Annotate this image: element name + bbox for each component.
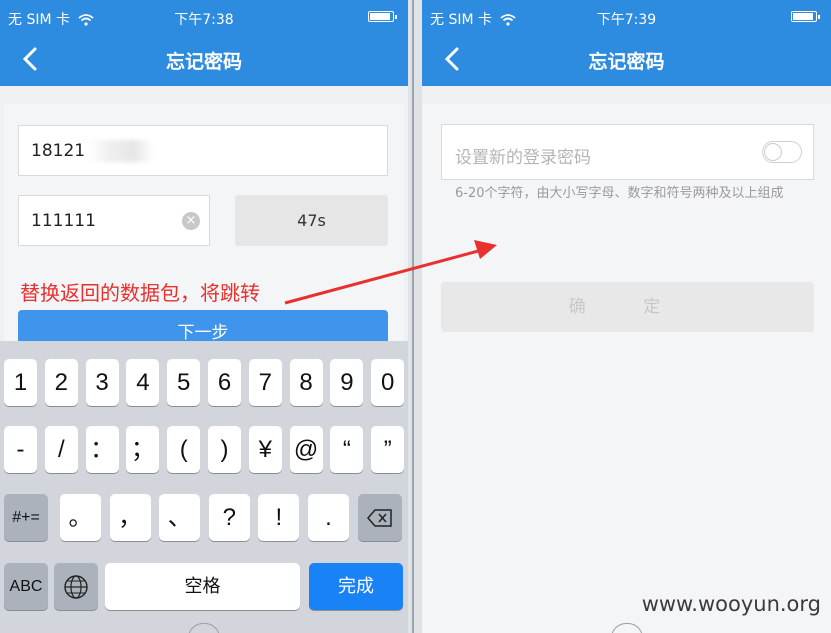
annotation-arrow	[284, 240, 497, 305]
watermark: www.wooyun.org	[641, 592, 821, 616]
